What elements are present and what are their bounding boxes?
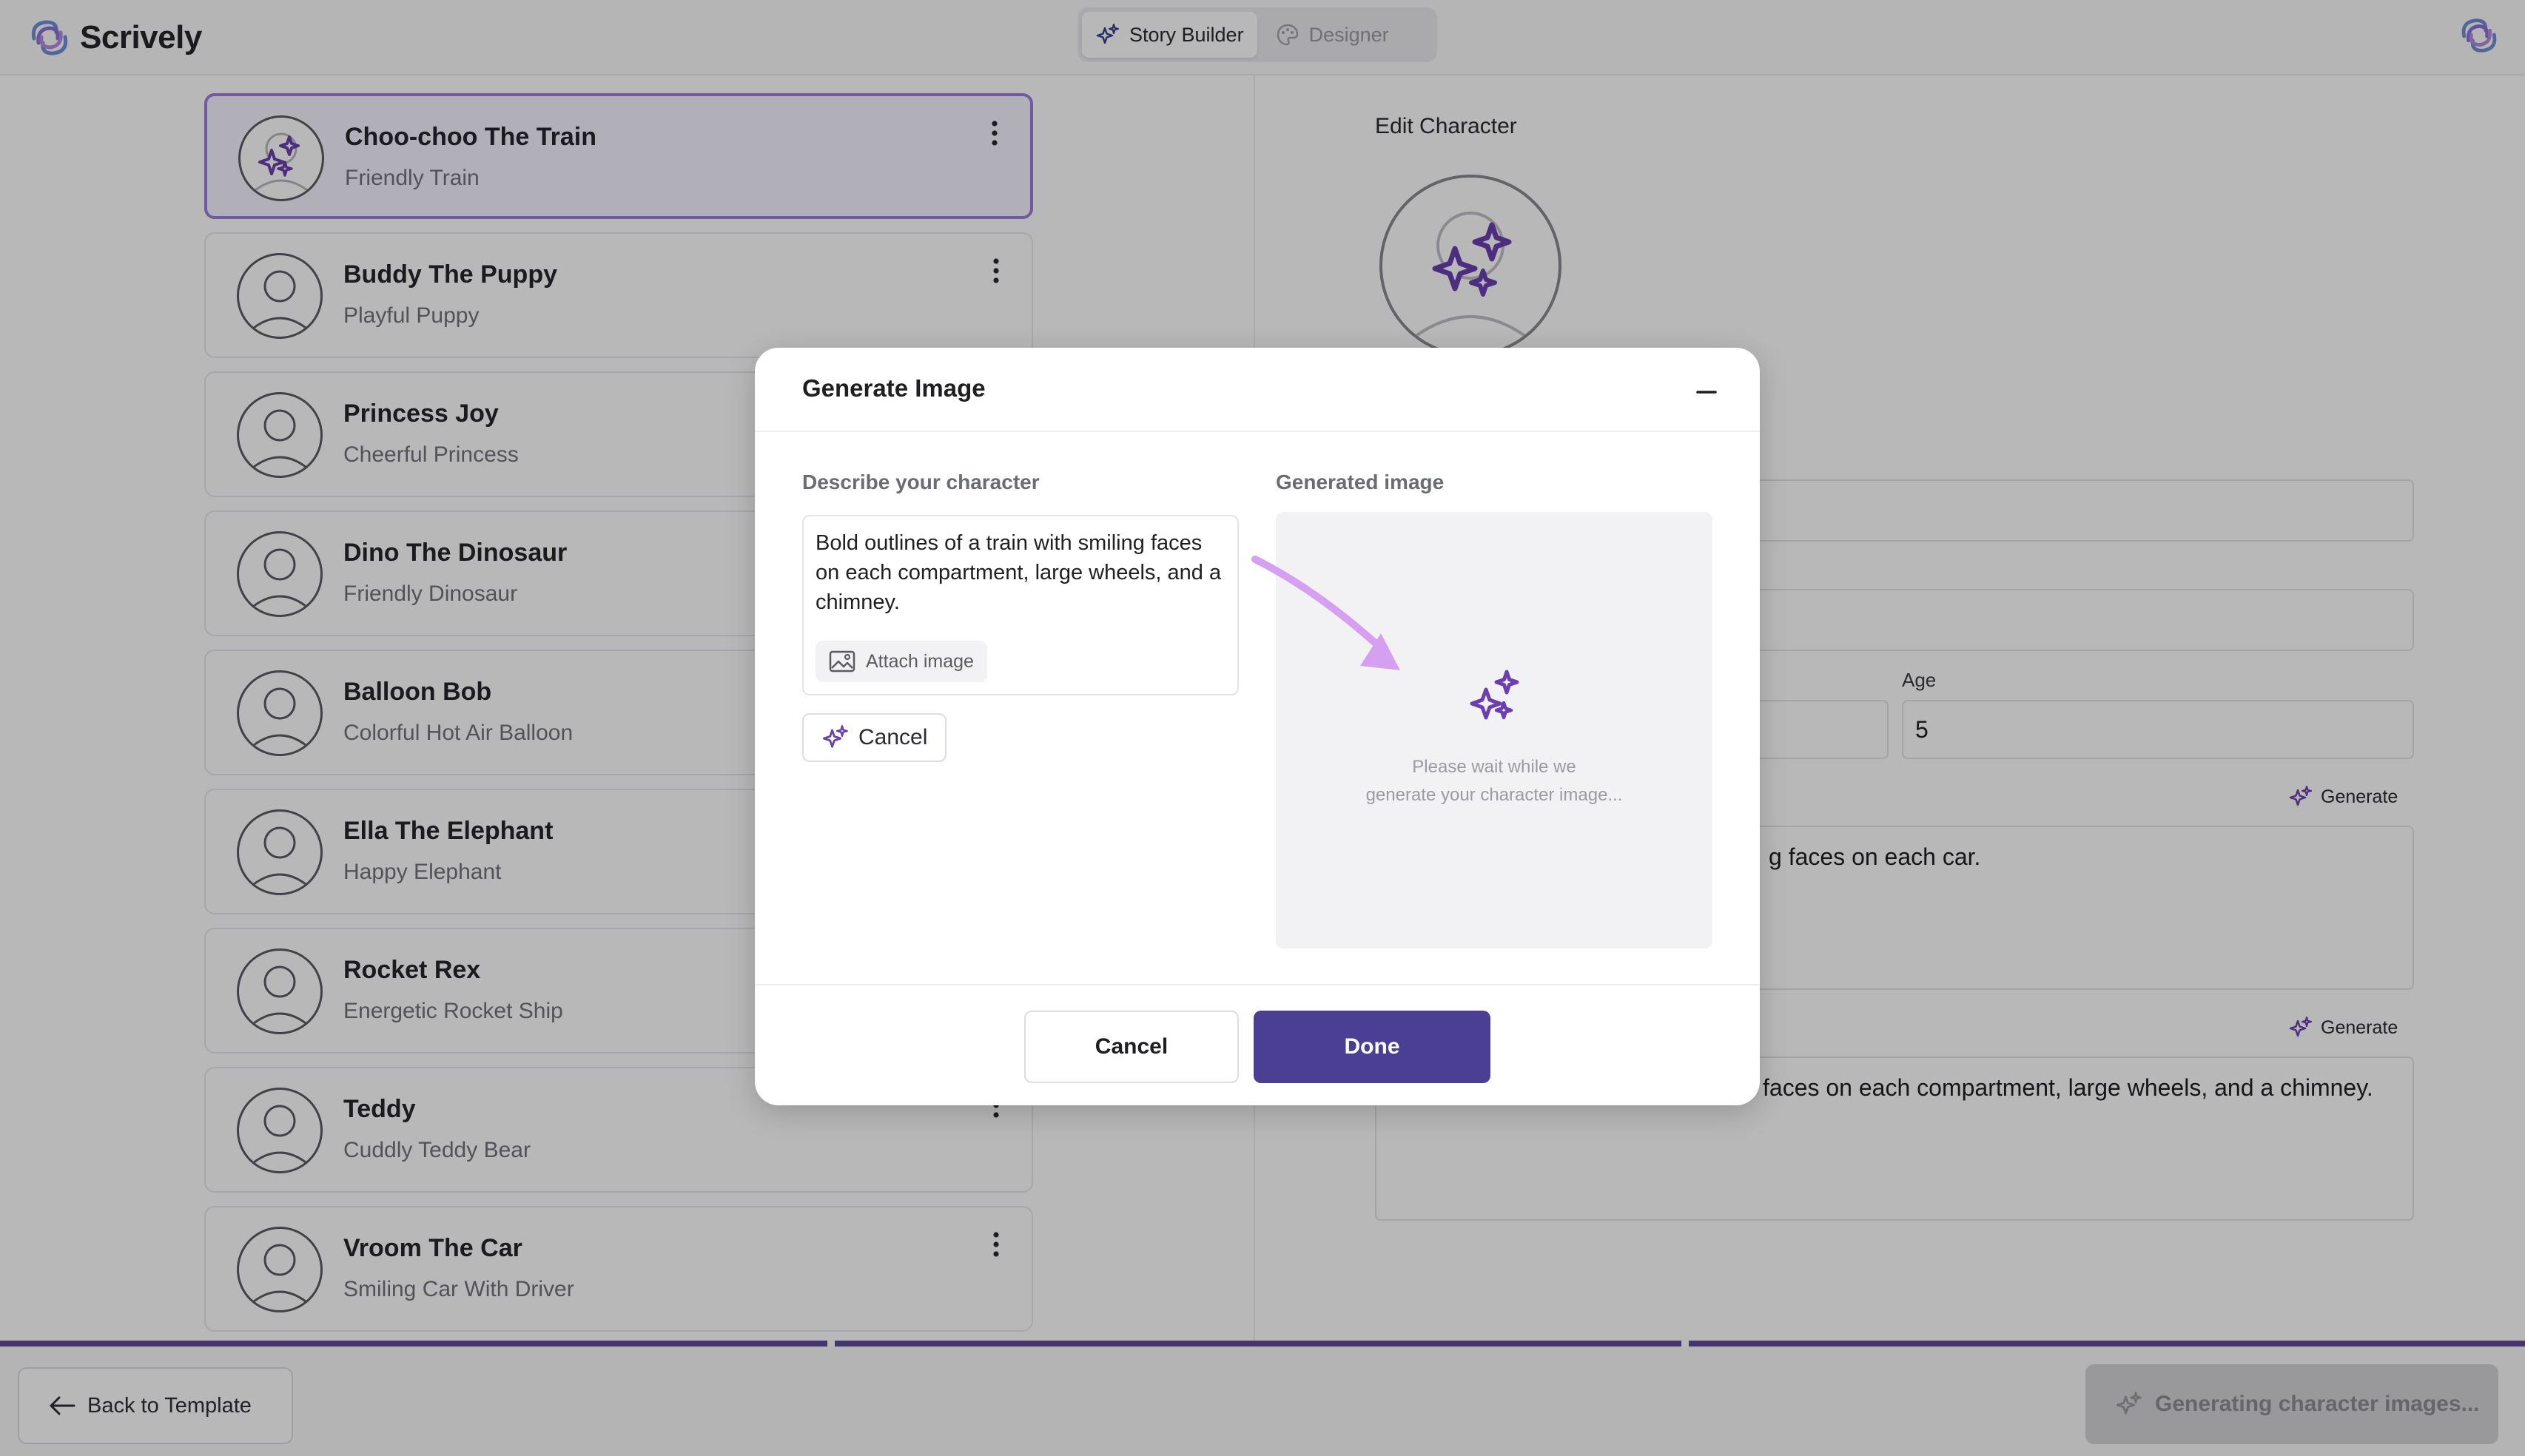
sparkle-icon [821,724,850,752]
generated-image-label: Generated image [1276,471,1445,493]
sparkle-icon [1465,667,1524,727]
cancel-generation-button[interactable]: Cancel [802,713,947,762]
attach-image-button[interactable]: Attach image [816,641,987,682]
character-description-input[interactable]: Bold outlines of a train with smiling fa… [802,515,1239,695]
modal-title: Generate Image [802,374,986,402]
minimize-icon[interactable] [1692,380,1721,404]
character-description-text: Bold outlines of a train with smiling fa… [816,531,1222,614]
modal-footer: Cancel Done [755,984,1760,1105]
cancel-button[interactable]: Cancel [1024,1011,1239,1083]
modal-header: Generate Image [755,348,1760,432]
wait-message: Please wait while we generate your chara… [1365,757,1623,805]
image-icon [829,650,855,673]
generate-image-modal: Generate Image Describe your character B… [755,348,1760,1105]
annotation-arrow-icon [1251,553,1428,679]
done-button[interactable]: Done [1254,1011,1490,1083]
describe-label: Describe your character [802,471,1040,493]
